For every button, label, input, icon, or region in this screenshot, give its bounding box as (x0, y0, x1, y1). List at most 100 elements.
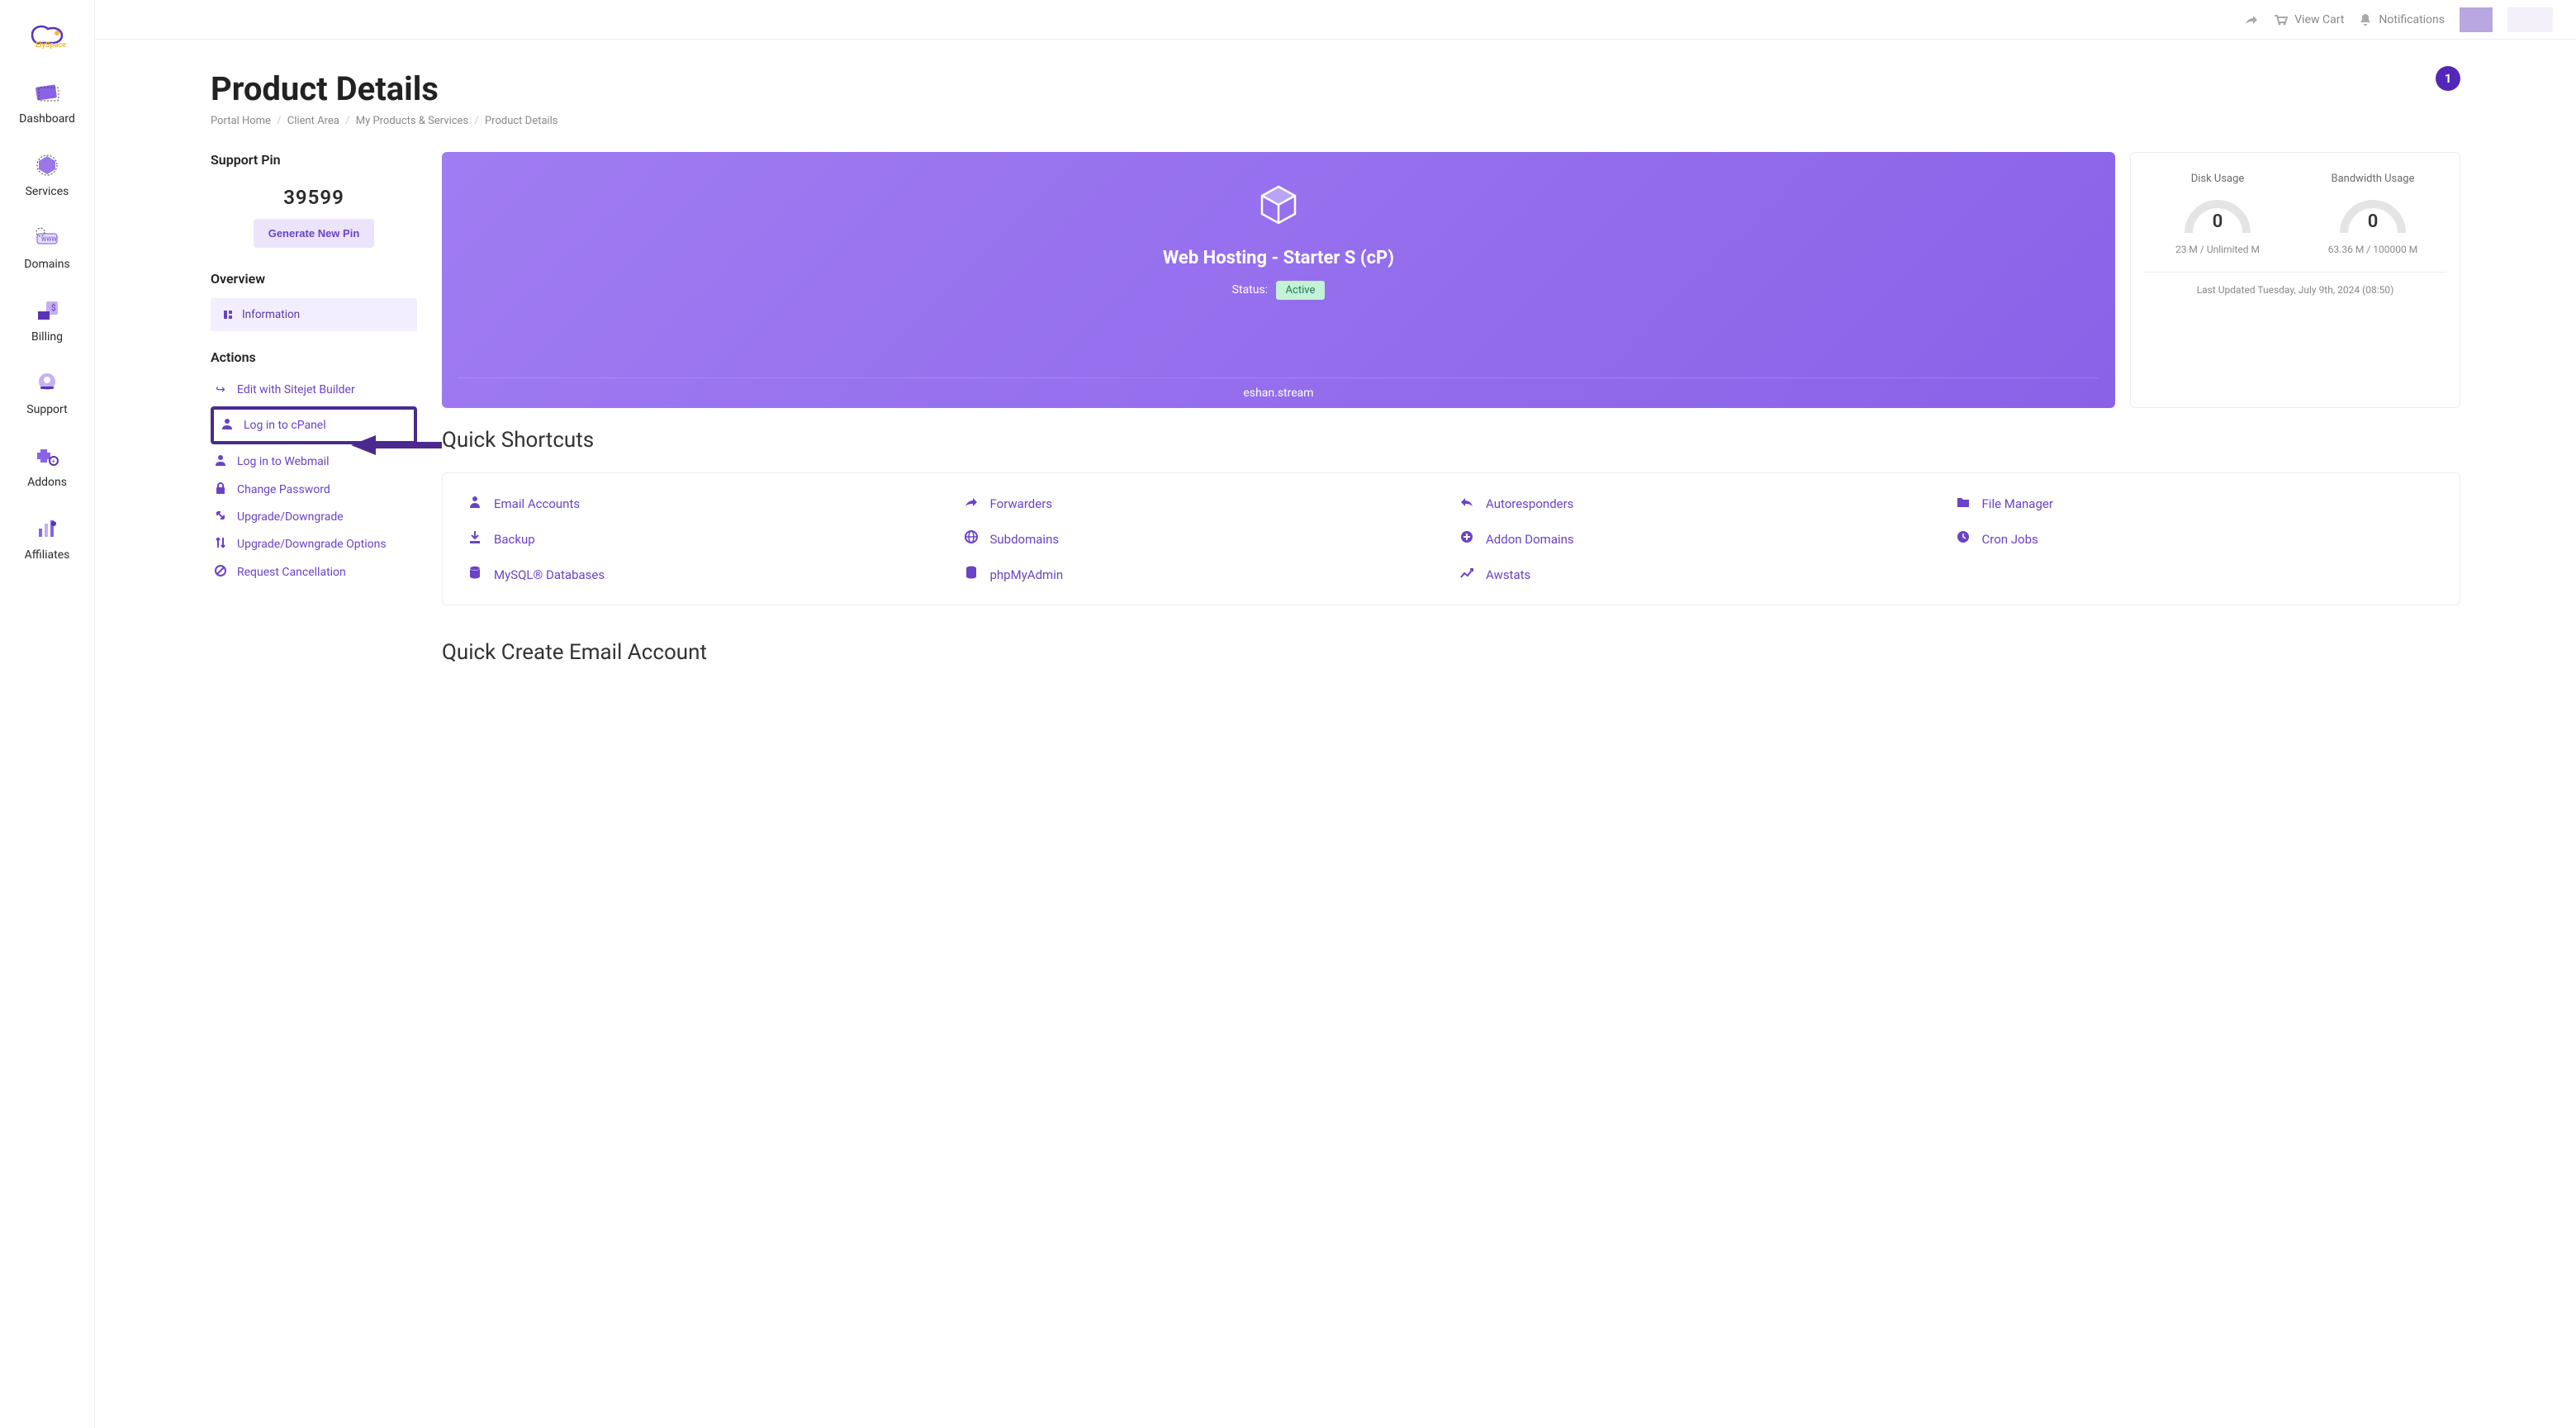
sidebar-item-services[interactable]: Services (0, 139, 94, 211)
sidebar-item-affiliates[interactable]: Affiliates (0, 502, 94, 575)
overview-heading: Overview (211, 271, 417, 287)
plus-circle-icon (1459, 530, 1474, 548)
shortcut-backup[interactable]: Backup (467, 530, 947, 548)
billing-icon: $ (34, 297, 60, 324)
disk-value: 0 (2180, 211, 2255, 232)
usage-footer: Last Updated Tuesday, July 9th, 2024 (08… (2144, 272, 2446, 296)
cube-icon (1255, 182, 1302, 231)
action-label: Edit with Sitejet Builder (237, 383, 355, 396)
download-icon (467, 530, 482, 548)
sidebar-item-addons[interactable]: + Addons (0, 429, 94, 502)
action-label: Change Password (237, 483, 330, 496)
shortcut-cron-jobs[interactable]: Cron Jobs (1956, 530, 2436, 548)
status-badge: Active (1276, 281, 1326, 300)
sidebar: ElySpace Dashboard Services WWW Domains … (0, 0, 95, 1428)
shortcut-phpmyadmin[interactable]: phpMyAdmin (964, 566, 1444, 583)
user-menu[interactable] (2507, 7, 2553, 32)
breadcrumb-link[interactable]: Portal Home (211, 115, 271, 127)
bandwidth-usage: Bandwidth Usage 0 63.36 M / 100000 M (2299, 173, 2446, 255)
topbar: View Cart Notifications (95, 0, 2576, 40)
main: View Cart Notifications Product Details … (95, 0, 2576, 1428)
svg-text:$: $ (51, 302, 56, 313)
action-change-password[interactable]: Change Password (211, 476, 417, 504)
generate-pin-button[interactable]: Generate New Pin (254, 219, 375, 248)
sidebar-item-support[interactable]: Support (0, 357, 94, 429)
shortcut-label: Cron Jobs (1982, 532, 2038, 547)
bw-gauge: 0 (2336, 192, 2410, 237)
user-icon (214, 454, 227, 469)
actions-heading: Actions (211, 349, 417, 365)
shortcut-addon-domains[interactable]: Addon Domains (1459, 530, 1939, 548)
bw-value: 0 (2336, 211, 2410, 232)
notifications-link[interactable]: Notifications (2359, 13, 2445, 26)
bw-usage-title: Bandwidth Usage (2332, 173, 2415, 185)
folder-icon (1956, 496, 1971, 512)
shortcut-file-manager[interactable]: File Manager (1956, 495, 2436, 512)
avatar[interactable] (2460, 7, 2493, 32)
overview-info-label: Information (242, 308, 300, 321)
shortcut-label: Awstats (1486, 567, 1530, 582)
bell-icon (2359, 13, 2372, 26)
product-domain[interactable]: eshan.stream (458, 377, 2099, 408)
shortcut-subdomains[interactable]: Subdomains (964, 530, 1444, 548)
share-icon[interactable] (2245, 14, 2258, 26)
sidebar-item-billing[interactable]: $ Billing (0, 284, 94, 357)
action-label: Upgrade/Downgrade (237, 510, 344, 524)
shortcuts-card: Email Accounts Forwarders Autoresponders (442, 472, 2460, 605)
sidebar-label: Domains (24, 258, 69, 271)
database-icon (467, 566, 482, 583)
page-title: Product Details (211, 69, 2460, 108)
brand-logo: ElySpace (22, 17, 72, 50)
shortcut-label: File Manager (1982, 496, 2053, 511)
sidebar-item-domains[interactable]: WWW Domains (0, 211, 94, 284)
action-label: Log in to cPanel (244, 419, 326, 432)
action-edit-sitejet[interactable]: ↪ Edit with Sitejet Builder (211, 377, 417, 403)
sidebar-label: Billing (31, 330, 63, 344)
forward-icon (964, 496, 979, 512)
breadcrumb-current: Product Details (485, 115, 557, 127)
disk-usage: Disk Usage 0 23 M / Unlimited M (2144, 173, 2291, 255)
status-label: Status: (1232, 283, 1268, 297)
breadcrumb-link[interactable]: My Products & Services (356, 115, 468, 127)
shortcuts-heading: Quick Shortcuts (442, 428, 2460, 453)
right-column: Web Hosting - Starter S (cP) Status: Act… (442, 152, 2460, 665)
product-name: Web Hosting - Starter S (cP) (1163, 248, 1394, 268)
clock-icon (1956, 530, 1971, 548)
shortcut-label: Addon Domains (1486, 532, 1574, 547)
sidebar-label: Addons (27, 476, 67, 489)
shortcut-forwarders[interactable]: Forwarders (964, 495, 1444, 512)
shortcut-label: phpMyAdmin (990, 567, 1064, 582)
svg-text:WWW: WWW (41, 236, 57, 243)
breadcrumb-link[interactable]: Client Area (287, 115, 339, 127)
shortcut-label: MySQL® Databases (494, 567, 605, 582)
chart-icon (1459, 567, 1474, 583)
shortcut-autoresponders[interactable]: Autoresponders (1459, 495, 1939, 512)
sidebar-label: Dashboard (19, 112, 75, 126)
action-upgrade-options[interactable]: Upgrade/Downgrade Options (211, 530, 417, 558)
action-upgrade-downgrade[interactable]: Upgrade/Downgrade (211, 504, 417, 530)
notifications-label: Notifications (2379, 13, 2445, 26)
cart-icon (2273, 14, 2288, 26)
domains-icon: WWW (34, 225, 60, 251)
action-label: Log in to Webmail (237, 455, 330, 468)
support-pin-heading: Support Pin (211, 152, 417, 168)
overview-information[interactable]: Information (211, 298, 417, 331)
shortcut-mysql[interactable]: MySQL® Databases (467, 566, 947, 583)
support-pin-value: 39599 (211, 186, 417, 209)
shortcut-label: Backup (494, 532, 535, 547)
left-column: Support Pin 39599 Generate New Pin Overv… (211, 152, 417, 586)
view-cart-link[interactable]: View Cart (2273, 13, 2344, 26)
sidebar-item-dashboard[interactable]: Dashboard (0, 66, 94, 139)
disk-gauge: 0 (2180, 192, 2255, 237)
action-request-cancellation[interactable]: Request Cancellation (211, 558, 417, 586)
shortcut-awstats[interactable]: Awstats (1459, 566, 1939, 583)
sidebar-label: Affiliates (25, 548, 70, 562)
shortcut-email-accounts[interactable]: Email Accounts (467, 495, 947, 512)
notif-count-badge[interactable]: 1 (2436, 66, 2460, 91)
content: Product Details 1 Portal Home / Client A… (95, 40, 2576, 714)
cancel-icon (214, 565, 227, 580)
lock-icon (214, 482, 227, 497)
affiliates-icon (34, 515, 60, 542)
shortcut-label: Email Accounts (494, 496, 580, 511)
svg-text:+: + (52, 458, 56, 465)
